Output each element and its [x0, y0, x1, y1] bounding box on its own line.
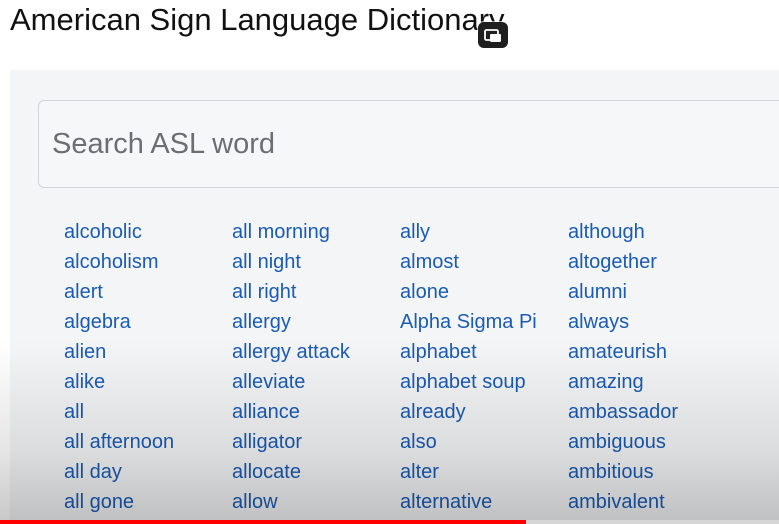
word-link[interactable]: alone	[400, 277, 568, 307]
word-link[interactable]: alumni	[568, 277, 736, 307]
word-link[interactable]: ambiguous	[568, 427, 736, 457]
word-link[interactable]: ambitious	[568, 457, 736, 487]
word-link[interactable]: Alpha Sigma Pi	[400, 307, 568, 337]
word-link[interactable]: although	[568, 217, 736, 247]
word-link[interactable]: all day	[64, 457, 232, 487]
word-link[interactable]: alter	[400, 457, 568, 487]
word-link[interactable]: alcoholism	[64, 247, 232, 277]
word-column-3: ally almost alone Alpha Sigma Pi alphabe…	[400, 217, 568, 517]
word-link[interactable]: always	[568, 307, 736, 337]
word-link[interactable]: all night	[232, 247, 400, 277]
video-progress-fill	[0, 520, 526, 524]
word-link[interactable]: all gone	[64, 487, 232, 517]
word-link[interactable]: alcoholic	[64, 217, 232, 247]
dictionary-panel: alcoholic alcoholism alert algebra alien…	[10, 70, 779, 524]
word-link[interactable]: already	[400, 397, 568, 427]
word-link[interactable]: alphabet soup	[400, 367, 568, 397]
word-link[interactable]: all right	[232, 277, 400, 307]
word-link[interactable]: ambassador	[568, 397, 736, 427]
word-link[interactable]: alliance	[232, 397, 400, 427]
word-link[interactable]: also	[400, 427, 568, 457]
video-progress-bar[interactable]	[0, 520, 779, 524]
word-link[interactable]: all afternoon	[64, 427, 232, 457]
word-link[interactable]: ambivalent	[568, 487, 736, 517]
word-link[interactable]: alligator	[232, 427, 400, 457]
word-link[interactable]: ally	[400, 217, 568, 247]
word-link[interactable]: alien	[64, 337, 232, 367]
picture-in-picture-icon[interactable]	[478, 22, 508, 48]
search-input[interactable]	[38, 100, 779, 188]
word-link[interactable]: almost	[400, 247, 568, 277]
word-link[interactable]: alleviate	[232, 367, 400, 397]
word-link[interactable]: alert	[64, 277, 232, 307]
word-link[interactable]: amateurish	[568, 337, 736, 367]
word-list: alcoholic alcoholism alert algebra alien…	[64, 217, 736, 517]
word-link[interactable]: alternative	[400, 487, 568, 517]
word-link[interactable]: amazing	[568, 367, 736, 397]
word-link[interactable]: all morning	[232, 217, 400, 247]
word-column-1: alcoholic alcoholism alert algebra alien…	[64, 217, 232, 517]
word-column-4: although altogether alumni always amateu…	[568, 217, 736, 517]
word-link[interactable]: altogether	[568, 247, 736, 277]
word-link[interactable]: all	[64, 397, 232, 427]
word-link[interactable]: allow	[232, 487, 400, 517]
word-link[interactable]: algebra	[64, 307, 232, 337]
page: American Sign Language Dictionary alcoho…	[0, 0, 779, 524]
word-link[interactable]: allocate	[232, 457, 400, 487]
word-link[interactable]: allergy	[232, 307, 400, 337]
word-column-2: all morning all night all right allergy …	[232, 217, 400, 517]
page-title: American Sign Language Dictionary	[10, 2, 505, 37]
word-link[interactable]: alphabet	[400, 337, 568, 367]
word-link[interactable]: allergy attack	[232, 337, 400, 367]
word-link[interactable]: alike	[64, 367, 232, 397]
